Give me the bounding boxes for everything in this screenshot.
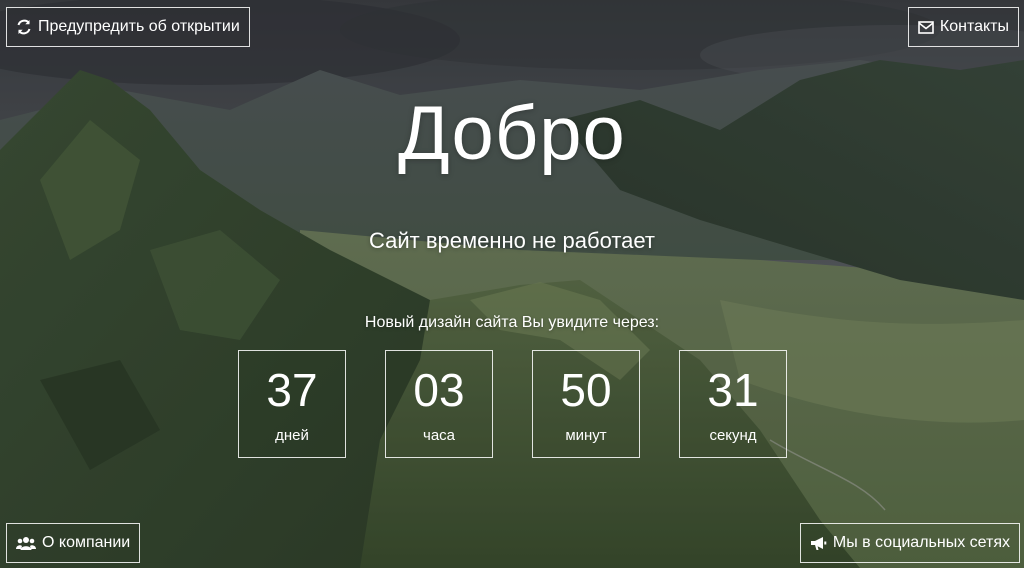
countdown-days-value: 37 xyxy=(266,364,318,416)
notify-on-opening-button[interactable]: Предупредить об открытии xyxy=(6,7,250,47)
countdown-hours-value: 03 xyxy=(413,364,465,416)
refresh-icon xyxy=(16,19,32,35)
page-title: Добро xyxy=(398,91,626,176)
dark-overlay xyxy=(0,0,1024,568)
countdown-minutes-unit: минут xyxy=(565,427,607,444)
social-networks-button[interactable]: Мы в социальных сетях xyxy=(799,523,1020,563)
page-subtitle: Сайт временно не работает xyxy=(369,228,655,253)
countdown-hours-unit: часа xyxy=(423,427,455,444)
page: Предупредить об открытии Контакты Добро … xyxy=(0,0,1024,568)
countdown-timer: 37 дней 03 часа 50 минут 31 секунд xyxy=(238,350,787,458)
contacts-button-label: Контакты xyxy=(939,18,1009,35)
countdown-days-unit: дней xyxy=(275,427,309,444)
countdown-label: Новый дизайн сайта Вы увидите через: xyxy=(364,314,660,331)
countdown-seconds: 31 секунд xyxy=(679,350,787,458)
countdown-days: 37 дней xyxy=(238,350,346,458)
envelope-icon xyxy=(918,20,934,34)
social-button-label: Мы в социальных сетях xyxy=(832,534,1010,551)
users-icon xyxy=(16,536,36,550)
countdown-seconds-value: 31 xyxy=(707,364,759,416)
countdown-minutes: 50 минут xyxy=(532,350,640,458)
about-button-label: О компании xyxy=(42,534,131,551)
megaphone-icon xyxy=(810,536,827,551)
contacts-button[interactable]: Контакты xyxy=(907,7,1019,47)
countdown-minutes-value: 50 xyxy=(560,364,612,416)
about-company-button[interactable]: О компании xyxy=(6,523,141,563)
countdown-seconds-unit: секунд xyxy=(709,427,757,444)
countdown-hours: 03 часа xyxy=(385,350,493,458)
notify-button-label: Предупредить об открытии xyxy=(38,18,240,35)
